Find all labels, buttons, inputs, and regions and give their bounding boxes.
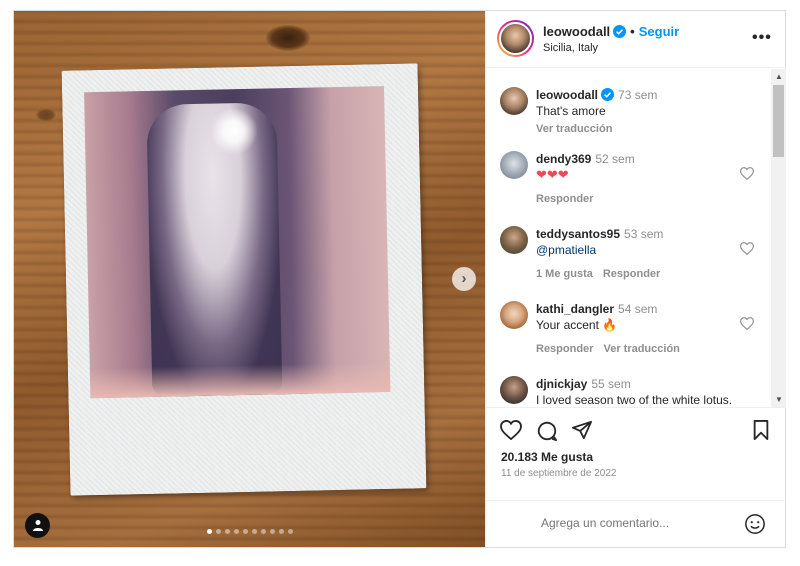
scroll-down-arrow-icon[interactable]: ▼ [775, 395, 783, 404]
comments-scrollbar[interactable]: ▲ ▼ [771, 69, 786, 407]
comment-time[interactable]: 54 sem [618, 302, 657, 316]
carousel-dot [216, 529, 221, 534]
comment-actions: Ver traducción [536, 121, 736, 137]
comments-list: leowoodall 73 sem That's amore Ver traduc… [486, 69, 786, 407]
verified-badge-icon [601, 88, 615, 101]
like-comment-heart-icon[interactable] [740, 167, 754, 180]
save-bookmark-icon[interactable] [752, 420, 770, 440]
comment-composer [486, 500, 786, 548]
comment-username[interactable]: kathi_dangler [536, 302, 614, 316]
post-date: 11 de septiembre de 2022 [501, 468, 617, 479]
post-actions: 20.183 Me gusta 11 de septiembre de 2022 [486, 407, 786, 547]
avatar[interactable] [500, 376, 528, 404]
carousel-dot [207, 529, 212, 534]
like-comment-heart-icon[interactable] [740, 242, 754, 255]
post-dialog: › leowoodall • Seguir Sicilia, Italy ••• l… [13, 10, 786, 548]
username-link[interactable]: leowoodall [543, 24, 610, 39]
comment-text: Your accent 🔥 [536, 318, 618, 332]
tagged-users-button[interactable] [25, 513, 50, 538]
verified-badge-icon [613, 25, 627, 38]
share-paper-plane-icon[interactable] [571, 420, 593, 440]
next-photo-button[interactable]: › [452, 267, 476, 291]
comment-actions: 1 Me gusta Responder [536, 266, 736, 282]
more-options-icon[interactable]: ••• [752, 29, 772, 47]
carousel-dot [261, 529, 266, 534]
post-author: leowoodall • Seguir [543, 24, 679, 39]
comment-actions: Responder Ver traducción [536, 341, 736, 357]
comment-username[interactable]: dendy369 [536, 152, 591, 166]
like-comment-heart-icon[interactable] [740, 317, 754, 330]
polaroid-frame [61, 63, 427, 496]
comment-username[interactable]: djnickjay [536, 377, 587, 391]
comment-actions: Responder [536, 191, 736, 207]
comment-body: dendy369 52 sem ❤❤❤ Responder [536, 151, 736, 207]
wood-knot [36, 109, 56, 121]
carousel-dots [207, 529, 293, 534]
avatar[interactable] [500, 301, 528, 329]
follow-button[interactable]: Seguir [639, 24, 679, 39]
comment-body: kathi_dangler 54 sem Your accent 🔥 Respon… [536, 301, 736, 357]
carousel-dot [252, 529, 257, 534]
post-header: leowoodall • Seguir Sicilia, Italy ••• [486, 11, 786, 68]
wood-knot [266, 25, 310, 51]
translate-link[interactable]: Ver traducción [603, 343, 679, 355]
comment-text: ❤❤❤ [536, 167, 569, 182]
carousel-dot [279, 529, 284, 534]
comment-time[interactable]: 73 sem [618, 88, 657, 102]
emoji-picker-icon[interactable] [744, 513, 766, 535]
post-photo[interactable]: › [14, 11, 485, 547]
like-count[interactable]: 20.183 Me gusta [501, 450, 593, 464]
comment-body: teddysantos95 53 sem @pmatiella 1 Me gust… [536, 226, 736, 282]
avatar[interactable] [500, 226, 528, 254]
scrollbar-thumb[interactable] [773, 85, 784, 157]
comment-bubble-icon[interactable] [536, 420, 558, 442]
comment-time[interactable]: 55 sem [591, 377, 630, 391]
translate-link[interactable]: Ver traducción [536, 123, 612, 135]
comment-text: I loved season two of the white lotus. Y… [536, 393, 733, 407]
comment-input[interactable] [541, 516, 721, 530]
comment-mention[interactable]: @pmatiella [536, 242, 736, 258]
user-icon [32, 520, 43, 531]
reply-link[interactable]: Responder [603, 268, 660, 280]
comment-text: That's amore [536, 104, 606, 118]
avatar[interactable] [497, 20, 534, 57]
reply-link[interactable]: Responder [536, 343, 593, 355]
polaroid-picture [84, 86, 391, 399]
comment-body: leowoodall 73 sem That's amore Ver traduc… [536, 87, 736, 137]
carousel-dot [288, 529, 293, 534]
comment-time[interactable]: 53 sem [624, 227, 663, 241]
comment-like-count[interactable]: 1 Me gusta [536, 268, 593, 280]
carousel-dot [225, 529, 230, 534]
comment-time[interactable]: 52 sem [595, 152, 634, 166]
carousel-dot [234, 529, 239, 534]
location-link[interactable]: Sicilia, Italy [543, 42, 598, 54]
comment-username[interactable]: teddysantos95 [536, 227, 620, 241]
carousel-dot [243, 529, 248, 534]
separator-dot: • [630, 24, 635, 39]
avatar[interactable] [500, 151, 528, 179]
polaroid-floor [89, 361, 391, 399]
comment-username[interactable]: leowoodall [536, 88, 598, 102]
carousel-dot [270, 529, 275, 534]
reply-link[interactable]: Responder [536, 193, 593, 205]
comment-body: djnickjay 55 sem I loved season two of th… [536, 376, 736, 407]
post-side-panel: leowoodall • Seguir Sicilia, Italy ••• leo… [485, 11, 786, 547]
avatar[interactable] [500, 87, 528, 115]
scroll-up-arrow-icon[interactable]: ▲ [775, 72, 783, 81]
like-heart-icon[interactable] [500, 420, 522, 440]
